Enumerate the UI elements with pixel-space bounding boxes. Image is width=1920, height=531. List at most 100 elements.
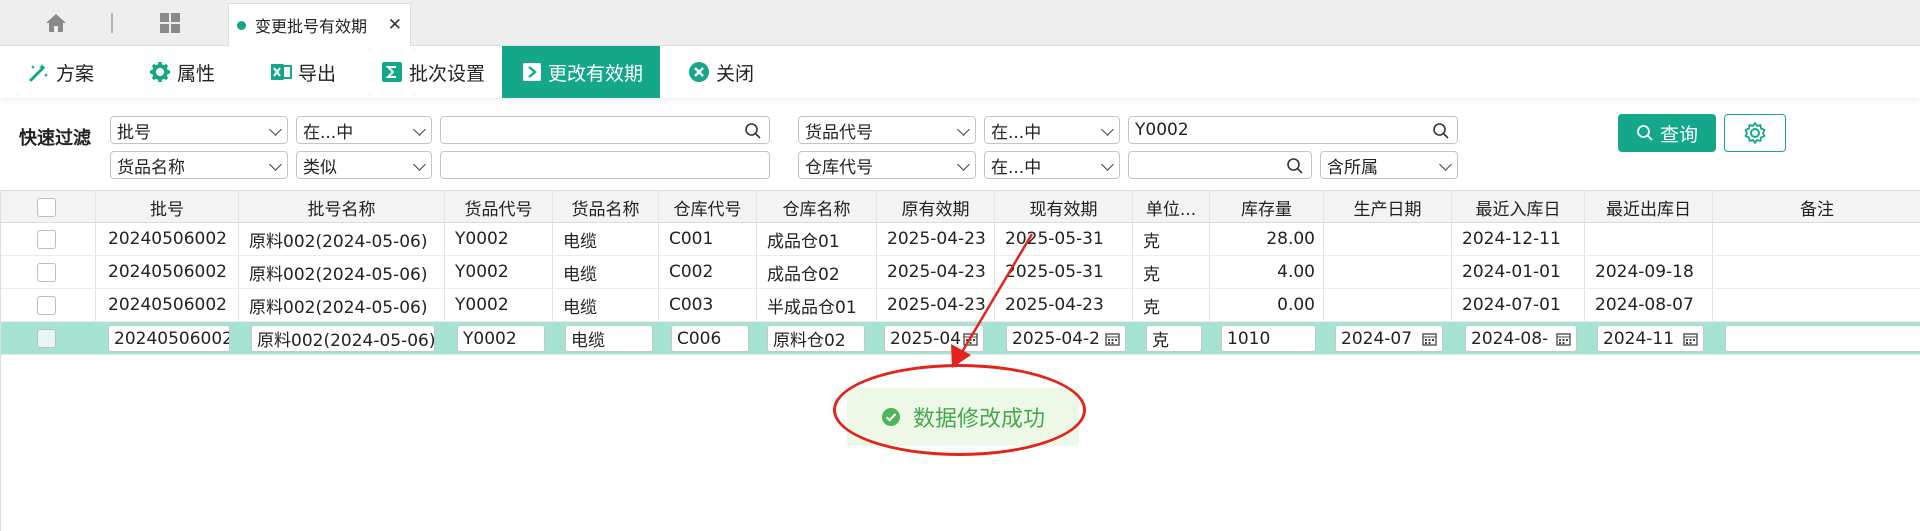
calendar-icon[interactable] bbox=[1683, 332, 1698, 346]
filter-value-input-4[interactable] bbox=[1128, 151, 1312, 179]
calendar-icon[interactable] bbox=[1422, 332, 1437, 346]
header-stock-qty[interactable]: 库存量 bbox=[1210, 191, 1324, 223]
change-expiry-label: 更改有效期 bbox=[548, 62, 644, 85]
header-select-all[interactable] bbox=[1, 191, 96, 223]
cell-last-in-date: 2024-12-11 bbox=[1452, 223, 1585, 255]
header-batch[interactable]: 批号 bbox=[96, 191, 239, 223]
quick-filter-label: 快速过滤 bbox=[19, 128, 91, 149]
filter-operator-select-2[interactable]: 类似 bbox=[296, 151, 432, 179]
warehouse-code-input[interactable]: C006 bbox=[671, 325, 749, 352]
excel-icon bbox=[270, 61, 292, 83]
properties-button[interactable]: 属性 bbox=[149, 46, 215, 98]
table-row[interactable]: 20240506002 原料002(2024-05-06) Y0002 电缆 C… bbox=[1, 223, 1920, 256]
select-all-checkbox[interactable] bbox=[37, 197, 56, 217]
old-expiry-input[interactable]: 2025-04 bbox=[884, 325, 984, 352]
cell-batch-name: 原料002(2024-05-06) bbox=[239, 256, 445, 288]
tab-separator bbox=[111, 13, 113, 33]
search-icon[interactable] bbox=[1432, 122, 1450, 140]
batch-settings-button[interactable]: 批次设置 bbox=[381, 46, 485, 98]
filter-field-select-2[interactable]: 货品名称 bbox=[110, 151, 288, 179]
toolbar: 方案 属性 导出 批次设置 更改有效期 关闭 bbox=[0, 46, 1920, 98]
warehouse-name-input[interactable]: 原料仓02 bbox=[767, 325, 865, 352]
home-icon[interactable] bbox=[39, 8, 73, 38]
last-out-date-input[interactable]: 2024-11 bbox=[1597, 325, 1704, 352]
filter-field-select-3[interactable]: 货品代号 bbox=[798, 116, 976, 144]
header-warehouse-name[interactable]: 仓库名称 bbox=[757, 191, 877, 223]
new-expiry-input[interactable]: 2025-04-2 bbox=[1006, 325, 1126, 352]
cell-stock-qty: 0.00 bbox=[1210, 289, 1324, 321]
filter-operator-select-4[interactable]: 在...中 bbox=[984, 151, 1120, 179]
cell-batch-name: 原料002(2024-05-06) bbox=[239, 289, 445, 321]
scheme-icon bbox=[28, 61, 50, 83]
row-select[interactable] bbox=[1, 256, 96, 288]
row-select[interactable] bbox=[1, 289, 96, 321]
cell-warehouse-code: C001 bbox=[659, 223, 757, 255]
close-button[interactable]: 关闭 bbox=[688, 46, 754, 98]
tab-batch-expiry[interactable]: 变更批号有效期 ✕ bbox=[228, 3, 411, 46]
row-checkbox[interactable] bbox=[37, 262, 56, 282]
include-sub-select[interactable]: 含所属 bbox=[1320, 151, 1458, 179]
cell-note bbox=[1713, 256, 1920, 288]
goods-name-input[interactable]: 电缆 bbox=[565, 325, 653, 352]
tab-active-dot bbox=[237, 20, 246, 30]
cell-goods-name: 电缆 bbox=[553, 289, 659, 321]
batch-input[interactable]: 20240506002 bbox=[108, 325, 230, 352]
header-old-expiry[interactable]: 原有效期 bbox=[877, 191, 995, 223]
export-button[interactable]: 导出 bbox=[270, 46, 336, 98]
filter-settings-button[interactable] bbox=[1724, 114, 1786, 152]
cell-old-expiry: 2025-04-23 bbox=[877, 223, 995, 255]
calendar-icon[interactable] bbox=[1556, 332, 1571, 346]
header-unit[interactable]: 单位... bbox=[1133, 191, 1210, 223]
filter-value-input-1[interactable] bbox=[440, 116, 770, 144]
header-new-expiry[interactable]: 现有效期 bbox=[995, 191, 1133, 223]
scheme-button[interactable]: 方案 bbox=[28, 46, 94, 98]
header-last-in-date[interactable]: 最近入库日 bbox=[1452, 191, 1585, 223]
production-date-input[interactable]: 2024-07 bbox=[1335, 325, 1443, 352]
row-checkbox[interactable] bbox=[37, 328, 56, 348]
header-note[interactable]: 备注 bbox=[1713, 191, 1920, 223]
cell-new-expiry: 2025-05-31 bbox=[995, 223, 1133, 255]
filter-value-input-3[interactable]: Y0002 bbox=[1128, 116, 1458, 144]
filter-field-select-1[interactable]: 批号 bbox=[110, 116, 288, 144]
filter-operator-select-3[interactable]: 在...中 bbox=[984, 116, 1120, 144]
query-button[interactable]: 查询 bbox=[1618, 114, 1716, 152]
row-select[interactable] bbox=[1, 322, 96, 354]
note-input[interactable] bbox=[1725, 325, 1920, 352]
grid-icon[interactable] bbox=[153, 8, 187, 38]
cell-old-expiry: 2025-04-23 bbox=[877, 256, 995, 288]
table-row[interactable]: 20240506002 原料002(2024-05-06) Y0002 电缆 C… bbox=[1, 289, 1920, 322]
header-batch-name[interactable]: 批号名称 bbox=[239, 191, 445, 223]
row-checkbox[interactable] bbox=[37, 229, 56, 249]
stock-qty-input[interactable]: 1010 bbox=[1221, 325, 1316, 352]
calendar-icon[interactable] bbox=[963, 332, 978, 346]
row-checkbox[interactable] bbox=[37, 295, 56, 315]
change-expiry-button[interactable]: 更改有效期 bbox=[502, 46, 660, 98]
batch-name-input[interactable]: 原料002(2024-05-06) bbox=[251, 325, 435, 352]
cell-new-expiry: 2025-04-23 bbox=[995, 289, 1133, 321]
cell-warehouse-code: C003 bbox=[659, 289, 757, 321]
goods-code-input[interactable]: Y0002 bbox=[457, 325, 545, 352]
filter-value-input-2[interactable] bbox=[440, 151, 770, 179]
query-label: 查询 bbox=[1659, 123, 1698, 146]
export-label: 导出 bbox=[298, 62, 337, 85]
search-icon[interactable] bbox=[1286, 157, 1304, 175]
chevron-down-icon bbox=[413, 123, 426, 136]
search-icon[interactable] bbox=[744, 122, 762, 140]
filter-operator-select-1[interactable]: 在...中 bbox=[296, 116, 432, 144]
editing-row[interactable]: 20240506002 原料002(2024-05-06) Y0002 电缆 C… bbox=[1, 322, 1920, 355]
header-production-date[interactable]: 生产日期 bbox=[1324, 191, 1452, 223]
row-select[interactable] bbox=[1, 223, 96, 255]
calendar-icon[interactable] bbox=[1105, 332, 1120, 346]
filter-field-select-4[interactable]: 仓库代号 bbox=[798, 151, 976, 179]
header-goods-name[interactable]: 货品名称 bbox=[553, 191, 659, 223]
cell-production-date bbox=[1324, 256, 1452, 288]
header-goods-code[interactable]: 货品代号 bbox=[445, 191, 553, 223]
data-grid: 批号 批号名称 货品代号 货品名称 仓库代号 仓库名称 原有效期 现有效期 单位… bbox=[0, 190, 1920, 531]
close-icon[interactable]: ✕ bbox=[388, 15, 402, 35]
header-warehouse-code[interactable]: 仓库代号 bbox=[659, 191, 757, 223]
unit-input[interactable]: 克 bbox=[1146, 325, 1202, 352]
table-row[interactable]: 20240506002 原料002(2024-05-06) Y0002 电缆 C… bbox=[1, 256, 1920, 289]
last-in-date-input[interactable]: 2024-08- bbox=[1465, 325, 1577, 352]
header-last-out-date[interactable]: 最近出库日 bbox=[1585, 191, 1713, 223]
cell-stock-qty: 4.00 bbox=[1210, 256, 1324, 288]
